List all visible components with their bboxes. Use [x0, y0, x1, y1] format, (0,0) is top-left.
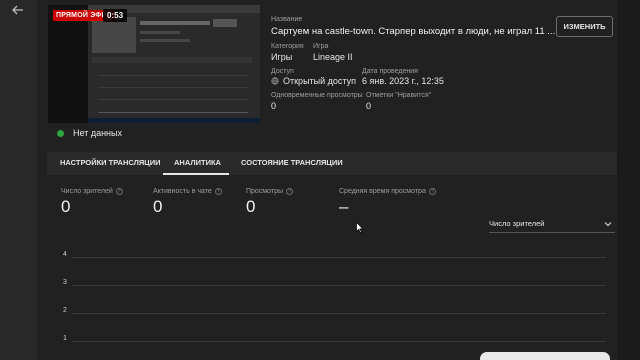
likes-value: 0 — [366, 101, 372, 111]
notification-pill[interactable] — [480, 352, 610, 360]
concurrent-value: 0 — [271, 101, 277, 111]
help-icon[interactable]: ? — [286, 188, 293, 195]
help-icon[interactable]: ? — [214, 188, 222, 195]
help-icon[interactable]: ? — [115, 188, 123, 195]
metric-label-text: Число зрителей — [61, 188, 113, 195]
y-tick-label: 1 — [63, 335, 67, 342]
stream-title: Сартуем на castle-town. Старпер выходит … — [271, 26, 556, 37]
edit-button[interactable]: ИЗМЕНИТЬ — [556, 16, 613, 37]
chart-gridline — [72, 285, 606, 286]
chart-gridline — [72, 313, 606, 314]
metric-value-views: 0 — [246, 197, 256, 216]
y-tick-label: 2 — [63, 307, 67, 314]
stream-preview[interactable] — [48, 5, 260, 123]
metric-label-chat: Активность в чате ? — [153, 188, 222, 195]
left-rail — [0, 0, 37, 360]
back-arrow-icon — [12, 5, 23, 15]
concurrent-label: Одновременные просмотры — [271, 92, 363, 99]
metric-label-text: Просмотры — [246, 188, 283, 195]
chart-gridline — [72, 257, 606, 258]
title-label: Название — [271, 16, 303, 23]
scroll-area[interactable] — [617, 0, 640, 360]
access-label: Доступ — [271, 68, 294, 75]
y-tick-label: 3 — [63, 279, 67, 286]
access-text: Открытый доступ — [283, 76, 357, 86]
active-tab-indicator — [163, 173, 229, 175]
category-label: Категория — [271, 43, 304, 50]
metric-value-chat: 0 — [153, 197, 163, 216]
tab-stream-settings[interactable]: НАСТРОЙКИ ТРАНСЛЯЦИИ — [60, 158, 161, 167]
y-tick-label: 4 — [63, 251, 67, 258]
game-value: Lineage II — [313, 52, 353, 62]
help-icon[interactable]: ? — [428, 188, 436, 195]
metric-dropdown-value: Число зрителей — [489, 219, 545, 228]
metric-label-avg-watch: Средняя время просмотра ? — [339, 188, 436, 195]
stream-status: Нет данных — [57, 128, 122, 138]
date-label: Дата проведения — [362, 68, 418, 75]
live-timer: 0:53 — [103, 9, 128, 22]
chevron-down-icon — [604, 222, 612, 227]
tab-stream-health[interactable]: СОСТОЯНИЕ ТРАНСЛЯЦИИ — [241, 158, 343, 167]
metric-dropdown[interactable]: Число зрителей — [489, 219, 615, 233]
status-text: Нет данных — [73, 128, 122, 138]
metric-label-views: Просмотры ? — [246, 188, 293, 195]
preview-screen — [88, 5, 260, 123]
mouse-cursor-icon — [356, 222, 363, 233]
likes-label: Отметки "Нравится" — [366, 92, 432, 99]
metric-label-text: Средняя время просмотра — [339, 188, 426, 195]
globe-icon — [271, 77, 279, 85]
date-value: 6 янв. 2023 г., 12:35 — [362, 76, 444, 86]
tab-analytics[interactable]: АНАЛИТИКА — [174, 158, 221, 167]
status-dot-icon — [57, 129, 64, 137]
metric-label-text: Активность в чате — [153, 188, 212, 195]
back-button[interactable] — [9, 3, 27, 17]
metric-value-avg-watch: – — [339, 197, 349, 216]
access-value: Открытый доступ — [271, 76, 356, 86]
metric-label-viewers: Число зрителей ? — [61, 188, 123, 195]
game-label: Игра — [313, 43, 329, 50]
chart-gridline — [72, 341, 606, 342]
category-value: Игры — [271, 52, 293, 62]
metric-value-viewers: 0 — [61, 197, 71, 216]
